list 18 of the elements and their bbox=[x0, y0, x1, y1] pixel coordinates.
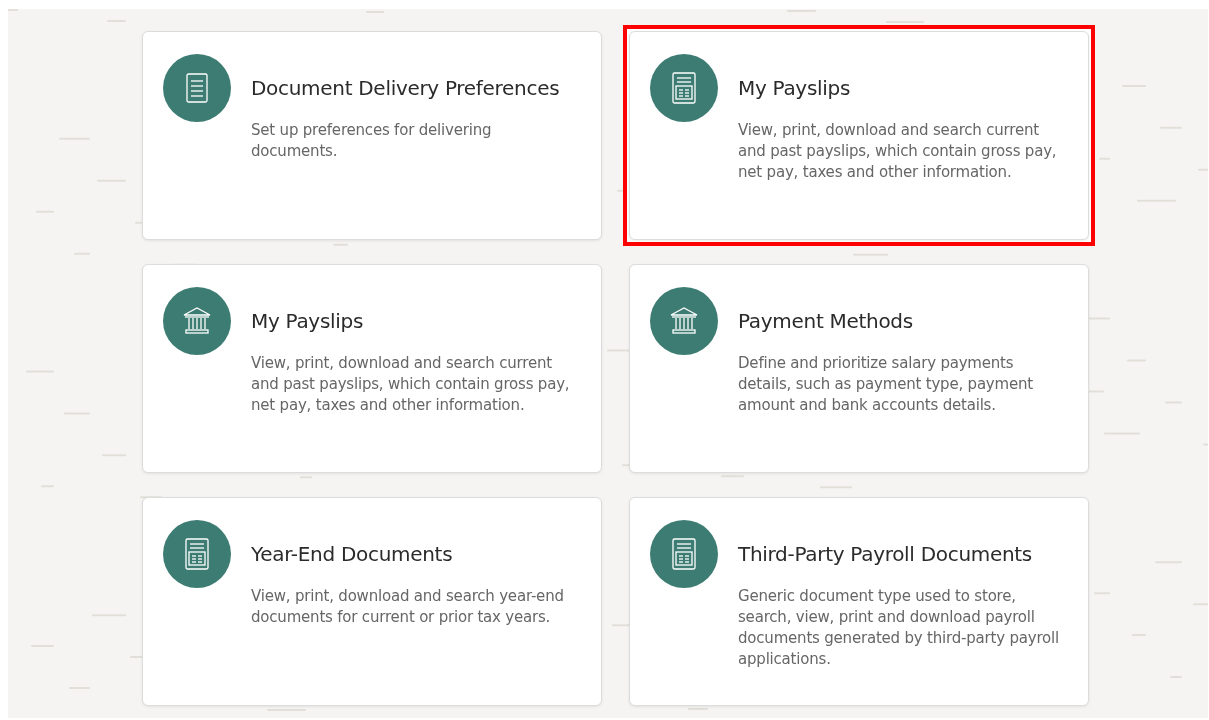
card-title: Year-End Documents bbox=[251, 542, 454, 566]
card-title: Payment Methods bbox=[738, 309, 914, 333]
card-description: View, print, download and search current and past payslips, which contain gross pay, net pay, taxes and other information. bbox=[738, 120, 1058, 183]
card-description: Set up preferences for delivering documents. bbox=[251, 120, 493, 162]
card[interactable]: Third-Party Payroll Documents Generic document type used to store, search, view, print and download payroll documents generated by third-party payroll applications. bbox=[629, 497, 1089, 706]
card[interactable]: Document Delivery Preferences Set up preferences for delivering documents. bbox=[142, 31, 602, 240]
card-title: Document Delivery Preferences bbox=[251, 76, 561, 100]
card[interactable]: My Payslips View, print, download and search current and past payslips, which contain gross pay, net pay, taxes and other information. bbox=[142, 264, 602, 473]
card-title: My Payslips bbox=[251, 309, 365, 333]
card[interactable]: Payment Methods Define and prioritize salary payments details, such as payment type, payment amount and bank accounts details. bbox=[629, 264, 1089, 473]
card-description: View, print, download and search year-end documents for current or prior tax years. bbox=[251, 586, 565, 628]
card-title: My Payslips bbox=[738, 76, 852, 100]
card-description: View, print, download and search current and past payslips, which contain gross pay, net pay, taxes and other information. bbox=[251, 353, 571, 416]
card-description: Generic document type used to store, search, view, print and download payroll documents generated by third-party payroll applications. bbox=[738, 586, 1060, 670]
card-title: Third-Party Payroll Documents bbox=[738, 542, 1033, 566]
card[interactable]: My Payslips View, print, download and search current and past payslips, which contain gross pay, net pay, taxes and other information. bbox=[629, 31, 1089, 240]
card[interactable]: Year-End Documents View, print, download and search year-end documents for current or prior tax years. bbox=[142, 497, 602, 706]
card-description: Define and prioritize salary payments details, such as payment type, payment amount and bank accounts details. bbox=[738, 353, 1034, 416]
